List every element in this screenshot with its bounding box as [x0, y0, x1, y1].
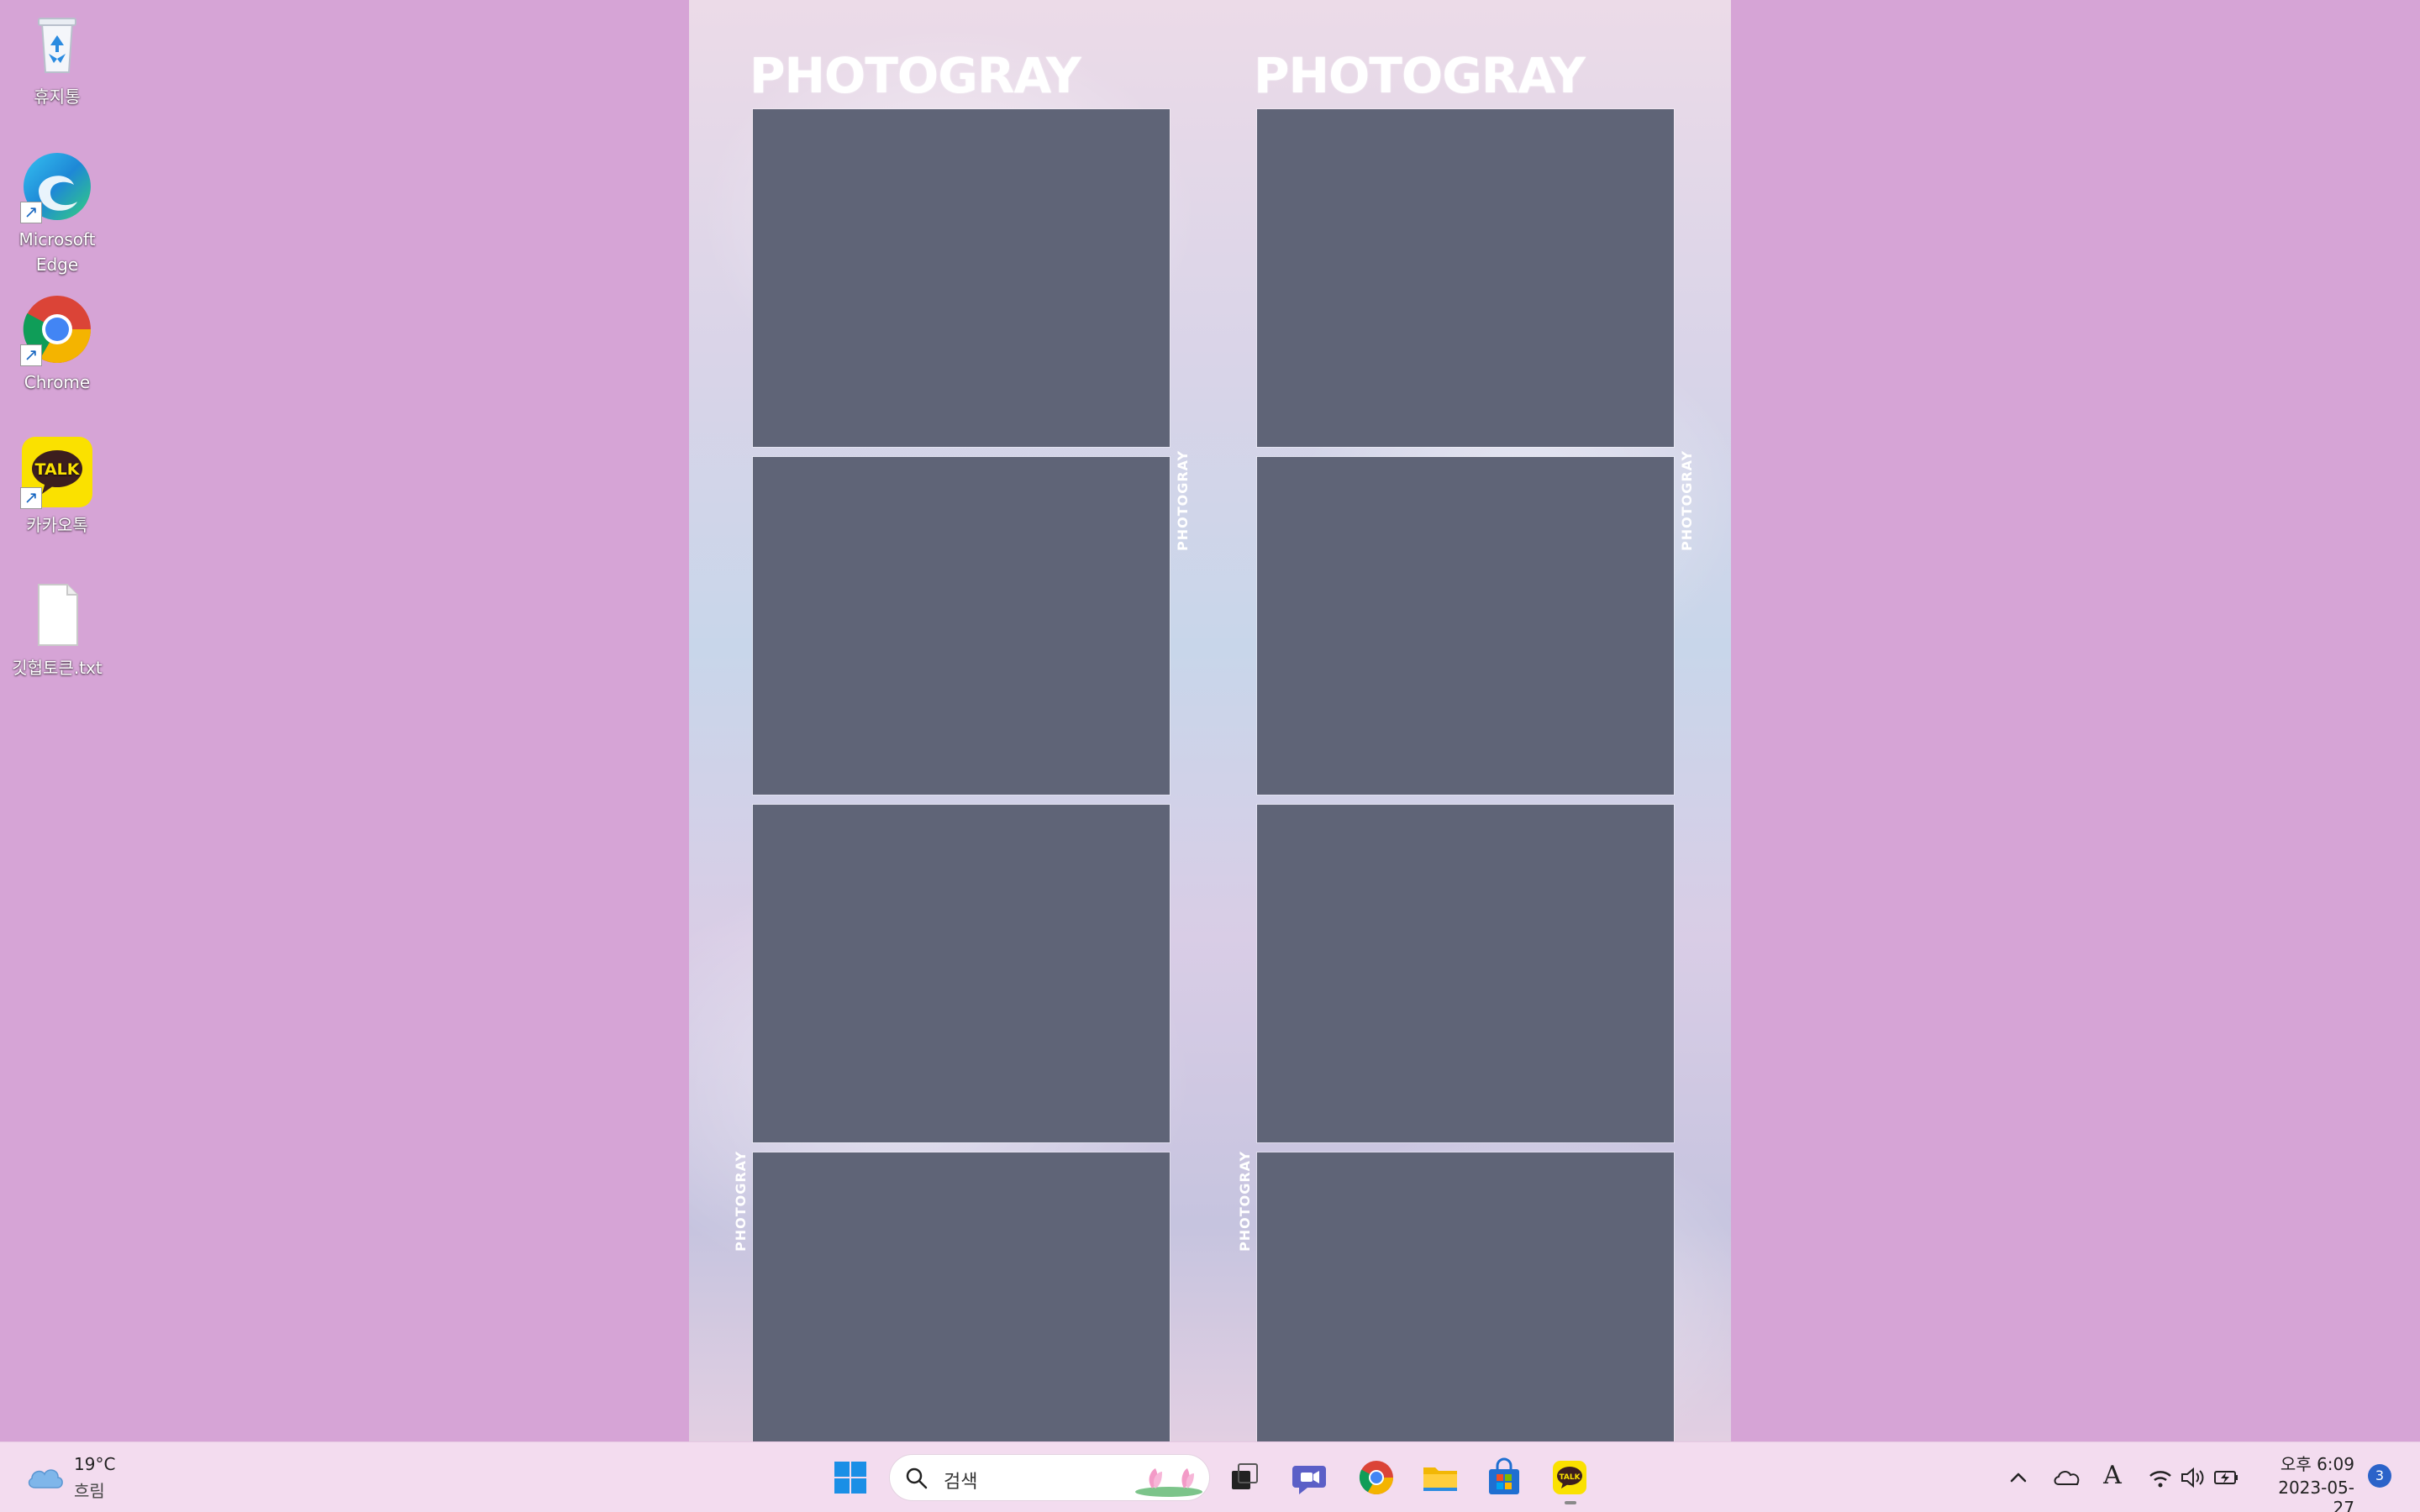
task-view-icon — [1232, 1463, 1258, 1489]
chrome-icon: ↗ — [20, 292, 94, 366]
desktop-icon-label: 깃헙토큰.txt — [12, 658, 103, 678]
photo-frame — [752, 804, 1171, 1143]
taskbar-chrome-button[interactable] — [1353, 1454, 1400, 1501]
kakaotalk-icon: TALK — [1553, 1461, 1586, 1494]
battery-status[interactable] — [2212, 1461, 2244, 1494]
shortcut-arrow-icon: ↗ — [20, 344, 42, 366]
input-method-indicator[interactable]: A — [2097, 1461, 2128, 1494]
desktop-icon-label: Microsoft Edge — [18, 229, 96, 275]
chrome-icon — [1359, 1461, 1393, 1494]
desktop-icon-kakaotalk[interactable]: TALK ↗ 카카오톡 — [5, 435, 109, 538]
kakaotalk-icon: TALK ↗ — [20, 435, 94, 509]
taskbar-search-box[interactable]: 검색 — [889, 1454, 1210, 1501]
side-brand-label: PHOTOGRAY — [1175, 449, 1191, 551]
svg-text:TALK: TALK — [34, 460, 80, 479]
photo-frame — [1256, 1152, 1675, 1441]
battery-charging-icon — [2214, 1471, 2238, 1484]
desktop-icon-text-file[interactable]: 깃헙토큰.txt — [5, 578, 109, 680]
side-brand-label: PHOTOGRAY — [733, 1150, 749, 1252]
desktop-icon-label: 카카오톡 — [26, 515, 88, 535]
svg-text:TALK: TALK — [1559, 1473, 1581, 1482]
speaker-icon — [2181, 1467, 2204, 1488]
onedrive-cloud-icon — [2054, 1471, 2080, 1485]
desktop-icon-label: 휴지통 — [34, 87, 81, 107]
show-hidden-icons-button[interactable] — [2005, 1461, 2032, 1494]
microsoft-store-button[interactable] — [1481, 1454, 1528, 1501]
desktop-icon-edge[interactable]: ↗ Microsoft Edge — [5, 150, 109, 277]
text-file-icon — [20, 578, 94, 652]
onedrive-button[interactable] — [2050, 1461, 2084, 1494]
file-explorer-button[interactable] — [1417, 1454, 1464, 1501]
brand-title-right: PHOTOGRAY — [1254, 47, 1586, 104]
shortcut-arrow-icon: ↗ — [20, 202, 42, 223]
task-view-button[interactable] — [1220, 1454, 1267, 1501]
search-placeholder: 검색 — [944, 1472, 978, 1493]
brand-title-left: PHOTOGRAY — [750, 47, 1081, 104]
active-app-indicator — [1565, 1501, 1576, 1504]
search-icon — [906, 1467, 928, 1489]
lotus-flower-icon — [1135, 1468, 1202, 1497]
shortcut-arrow-icon: ↗ — [20, 487, 42, 509]
microsoft-store-icon — [1489, 1457, 1519, 1494]
side-brand-label: PHOTOGRAY — [1679, 449, 1695, 551]
photo-frame — [1256, 108, 1675, 448]
clock-date[interactable]: 2023-05-27 — [2260, 1478, 2354, 1512]
photo-frame — [752, 1152, 1171, 1441]
photo-frame — [752, 108, 1171, 448]
desktop-icon-label: Chrome — [24, 372, 91, 392]
wifi-icon — [2149, 1471, 2171, 1488]
file-explorer-icon — [1423, 1467, 1457, 1491]
photo-strip-image: PHOTOGRAY PHOTOGRAY PHOTOGRAY PHOTOGRAY … — [689, 0, 1731, 1441]
clock-time[interactable]: 오후 6:09 — [2270, 1451, 2354, 1475]
cloud-icon — [28, 1469, 63, 1488]
weather-temperature: 19°C — [74, 1454, 116, 1474]
notification-count-badge[interactable]: 3 — [2368, 1464, 2391, 1488]
chevron-up-icon — [2010, 1473, 2027, 1483]
weather-condition: 흐림 — [74, 1481, 105, 1501]
side-brand-label: PHOTOGRAY — [1237, 1150, 1253, 1252]
wifi-status[interactable] — [2146, 1461, 2175, 1494]
edge-icon: ↗ — [20, 150, 94, 223]
teams-chat-button[interactable] — [1287, 1454, 1334, 1501]
photo-frame — [1256, 456, 1675, 795]
desktop-icon-recycle-bin[interactable]: 휴지통 — [5, 7, 109, 109]
weather-widget[interactable]: 19°C 흐림 — [24, 1452, 124, 1503]
desktop-icon-chrome[interactable]: ↗ Chrome — [5, 292, 109, 395]
teams-chat-icon — [1292, 1466, 1326, 1494]
windows-start-icon — [834, 1462, 866, 1494]
recycle-bin-icon — [20, 7, 94, 81]
photo-frame — [1256, 804, 1675, 1143]
photo-frame — [752, 456, 1171, 795]
taskbar: 19°C 흐림 검색 TALK A 오후 6:09 2023-05-27 3 — [0, 1441, 2420, 1512]
taskbar-kakaotalk-button[interactable]: TALK — [1546, 1454, 1593, 1501]
volume-control[interactable] — [2178, 1461, 2207, 1494]
start-button[interactable] — [827, 1454, 874, 1501]
